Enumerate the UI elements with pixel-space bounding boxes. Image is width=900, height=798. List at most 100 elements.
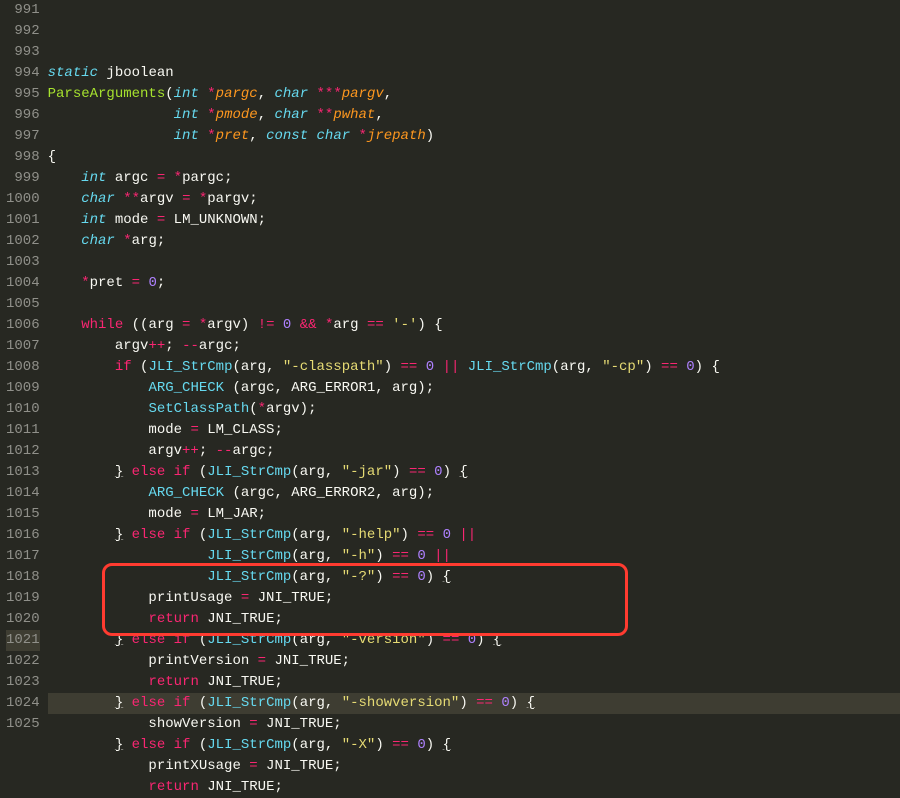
- code-line: argv++; --argc;: [48, 336, 900, 357]
- code-token: (argc, ARG_ERROR2, arg);: [224, 485, 434, 501]
- code-token: *: [207, 107, 215, 123]
- line-number: 1012: [6, 441, 40, 462]
- code-token: "-cp": [602, 359, 644, 375]
- code-area[interactable]: static jbooleanParseArguments(int *pargc…: [48, 0, 900, 798]
- code-token: ||: [443, 359, 460, 375]
- code-token: argc;: [232, 443, 274, 459]
- code-token: [199, 107, 207, 123]
- code-token: (: [190, 527, 207, 543]
- line-number: 1013: [6, 462, 40, 483]
- code-line: if (JLI_StrCmp(arg, "-classpath") == 0 |…: [48, 357, 900, 378]
- code-token: [199, 86, 207, 102]
- code-token: int: [174, 128, 199, 144]
- code-line: ARG_CHECK (argc, ARG_ERROR1, arg);: [48, 378, 900, 399]
- line-number: 1016: [6, 525, 40, 546]
- code-token: JLI_StrCmp: [207, 737, 291, 753]
- code-token: (: [249, 401, 257, 417]
- code-token: [291, 317, 299, 333]
- code-token: (: [165, 86, 173, 102]
- code-line: {: [48, 147, 900, 168]
- code-token: if: [174, 632, 191, 648]
- line-number: 993: [6, 42, 40, 63]
- code-token: [48, 128, 174, 144]
- code-token: ARG_CHECK: [148, 485, 224, 501]
- code-line: argv++; --argc;: [48, 441, 900, 462]
- code-token: **: [123, 191, 140, 207]
- code-token: jboolean: [98, 65, 174, 81]
- code-token: else: [132, 464, 166, 480]
- code-token: *: [359, 128, 367, 144]
- code-line: } else if (JLI_StrCmp(arg, "-showversion…: [48, 693, 900, 714]
- code-token: (arg,: [552, 359, 602, 375]
- code-token: pargc: [216, 86, 258, 102]
- code-token: pret: [216, 128, 250, 144]
- code-token: showVersion: [48, 716, 250, 732]
- code-token: ) {: [417, 317, 442, 333]
- code-token: [426, 548, 434, 564]
- code-token: ;: [157, 275, 165, 291]
- code-token: [115, 191, 123, 207]
- line-number: 1007: [6, 336, 40, 357]
- line-number: 999: [6, 168, 40, 189]
- code-token: *: [174, 170, 182, 186]
- code-token: ||: [459, 527, 476, 543]
- code-token: =: [190, 506, 198, 522]
- code-token: else: [132, 695, 166, 711]
- code-token: !=: [258, 317, 275, 333]
- code-token: 0: [686, 359, 694, 375]
- code-token: ARG_CHECK: [148, 380, 224, 396]
- line-number: 1025: [6, 714, 40, 735]
- code-token: printUsage: [48, 590, 241, 606]
- code-token: [48, 548, 208, 564]
- code-token: [48, 695, 115, 711]
- code-token: (arg,: [291, 464, 341, 480]
- code-token: [48, 275, 82, 291]
- code-token: ,: [249, 128, 266, 144]
- code-token: [123, 737, 131, 753]
- code-token: pret: [90, 275, 132, 291]
- code-token: JLI_StrCmp: [468, 359, 552, 375]
- code-line: [48, 294, 900, 315]
- code-token: mode: [106, 212, 156, 228]
- code-token: [459, 632, 467, 648]
- line-number: 1008: [6, 357, 40, 378]
- code-token: if: [174, 527, 191, 543]
- line-number: 1000: [6, 189, 40, 210]
- code-token: --: [182, 338, 199, 354]
- code-line: ARG_CHECK (argc, ARG_ERROR2, arg);: [48, 483, 900, 504]
- code-token: =: [258, 653, 266, 669]
- code-line: int argc = *pargc;: [48, 168, 900, 189]
- code-token: int: [174, 86, 199, 102]
- code-token: ,: [258, 107, 275, 123]
- code-token: *: [123, 233, 131, 249]
- line-number: 1023: [6, 672, 40, 693]
- code-token: while: [81, 317, 123, 333]
- code-token: *: [199, 317, 207, 333]
- code-token: *: [258, 401, 266, 417]
- code-token: (: [190, 695, 207, 711]
- line-number-gutter: 9919929939949959969979989991000100110021…: [0, 0, 48, 798]
- code-token: --: [216, 443, 233, 459]
- code-token: [48, 611, 149, 627]
- code-line: printXUsage = JNI_TRUE;: [48, 756, 900, 777]
- code-token: [199, 128, 207, 144]
- code-token: 0: [434, 464, 442, 480]
- code-token: =: [190, 422, 198, 438]
- code-token: argv: [48, 338, 149, 354]
- code-token: "-version": [342, 632, 426, 648]
- code-token: printXUsage: [48, 758, 250, 774]
- code-token: ((arg: [123, 317, 182, 333]
- code-token: return: [148, 779, 198, 795]
- line-number: 995: [6, 84, 40, 105]
- code-token: ;: [165, 338, 182, 354]
- code-token: jrepath: [367, 128, 426, 144]
- code-token: ): [426, 128, 434, 144]
- code-token: (: [190, 464, 207, 480]
- code-token: if: [174, 695, 191, 711]
- code-token: else: [132, 737, 166, 753]
- code-token: {: [527, 695, 535, 711]
- code-editor: 9919929939949959969979989991000100110021…: [0, 0, 900, 798]
- code-token: 0: [417, 548, 425, 564]
- code-token: (: [190, 632, 207, 648]
- code-token: ): [459, 695, 476, 711]
